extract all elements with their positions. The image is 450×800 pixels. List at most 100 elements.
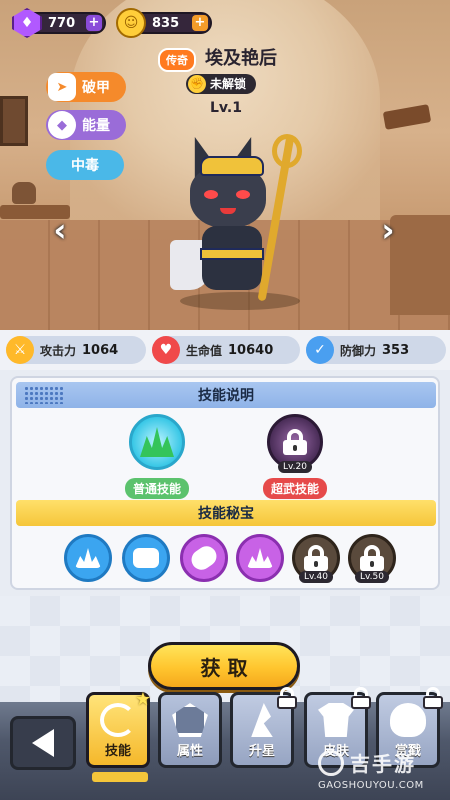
star-icon: ★ [134,689,151,710]
watermark-url: GAOSHOUYOU.COM [318,780,424,791]
heart-icon: ♥ [152,336,180,364]
stat-value: 1064 [82,342,119,358]
stat-label: 生命值 [186,343,223,358]
normal-skill[interactable]: 普通技能 [112,414,202,499]
shirt-icon [318,703,354,737]
lock-icon [283,429,307,455]
lock-icon [351,687,371,709]
tag-poison[interactable]: 中毒 [46,150,124,180]
treasure-glyph [75,548,101,568]
skill-treasure-header: 技能秘宝 [16,500,436,526]
pentagon-icon [172,703,208,737]
prev-hero-arrow-icon[interactable]: ‹ [48,211,72,249]
stat-value: 353 [382,342,410,358]
wall-frame [0,96,28,146]
lock-icon [423,687,443,709]
pot-decoration [12,182,36,204]
stat-attack: ⚔ 攻击力 1064 [6,336,146,364]
swirl-icon [100,703,136,737]
lock-keyhole [370,561,374,567]
skills-panel: 技能说明 普通技能 Lv.20 超武技能 技能秘宝 Lv.40 Lv.50 [10,376,440,590]
sword-icon: ⚔ [6,336,34,364]
tag-armor-break[interactable]: ➤ 破甲 [46,72,126,102]
treasure-boost-icon[interactable] [122,534,170,582]
dot-pattern [24,386,64,404]
stat-defense: ✓ 防御力 353 [306,336,446,364]
skill-label: 超武技能 [262,478,327,499]
treasure-burst-icon[interactable] [64,534,112,582]
stat-label: 攻击力 [40,343,77,358]
obtain-button[interactable]: 获 取 [148,642,300,690]
stats-bar: ⚔ 攻击力 1064 ♥ 生命值 10640 ✓ 防御力 353 [0,330,450,370]
ultra-skill[interactable]: Lv.20 超武技能 [250,414,340,499]
treasure-glyph [133,548,159,568]
tag-label: 中毒 [71,158,99,174]
treasure-locked-lv50[interactable]: Lv.50 [348,534,396,583]
coin-icon: ☺ [116,8,146,38]
wing-icon [251,703,273,737]
stat-value: 10640 [228,342,274,358]
gem-counter: ♦ 770 + [12,8,106,38]
hero-eye [236,190,250,199]
tab-label: 技能 [104,744,131,759]
tag-label: 能量 [82,118,110,134]
fist-icon: ✊ [188,75,206,93]
lock-icon [360,545,384,571]
lock-status-text: 未解锁 [210,77,247,91]
hero-name: 埃及艳后 [205,48,277,69]
gem-amount: 770 [48,15,76,31]
stat-health: ♥ 生命值 10640 [152,336,300,364]
lock-body [277,696,297,709]
section-title: 技能说明 [198,388,254,404]
energy-icon: ◆ [48,111,76,139]
watermark-logo-icon [318,750,344,776]
watermark: 吉手游 GAOSHOUYOU.COM [318,748,448,794]
treasure-glyph [187,542,221,574]
back-arrow-icon [32,729,54,757]
unlock-level: Lv.50 [355,571,389,583]
tab-skill[interactable]: ★ 技能 [86,689,151,768]
add-coins-button[interactable]: + [192,15,208,31]
tab-label: 属性 [176,744,203,759]
splash-shape [140,427,174,457]
next-hero-arrow-icon[interactable]: › [376,211,400,249]
splash-skill-icon [129,414,185,470]
lock-keyhole [293,445,297,451]
treasure-glyph [247,548,273,568]
treasure-capsule-icon[interactable] [180,534,228,582]
lock-status-badge: ✊ 未解锁 [186,74,257,94]
treasure-row: Lv.40 Lv.50 [12,534,438,590]
staff-ornament [272,134,302,168]
wall-sign [382,104,432,130]
lock-body [351,696,371,709]
crown-icon [390,703,426,737]
back-button[interactable] [10,716,76,770]
lock-icon [277,687,297,709]
active-tab-indicator [92,772,148,782]
tab-attribute[interactable]: 属性 [158,692,222,768]
stat-label: 防御力 [340,343,377,358]
hero-crown [200,156,264,176]
rarity-badge: 传奇 [158,48,196,72]
tab-label: 升星 [248,744,275,759]
treasure-locked-lv40[interactable]: Lv.40 [292,534,340,583]
hero-belt [200,248,264,260]
hero-shadow [180,292,300,310]
shield-icon: ✓ [306,336,334,364]
section-title: 技能秘宝 [198,506,254,522]
coin-amount: 835 [152,15,180,31]
tab-star-up[interactable]: 升星 [230,687,297,768]
lock-icon [304,545,328,571]
unlock-level: Lv.40 [299,571,333,583]
coin-counter: ☺ 835 + [116,8,212,38]
tag-energy[interactable]: ◆ 能量 [46,110,126,140]
treasure-blast-icon[interactable] [236,534,284,582]
hero-level: Lv.1 [210,100,242,116]
add-gems-button[interactable]: + [86,15,102,31]
lock-body [423,696,443,709]
ultra-skill-icon: Lv.20 [267,414,323,473]
hero-eye [204,190,218,199]
tag-label: 破甲 [82,80,110,96]
unlock-level: Lv.20 [278,461,312,473]
lock-keyhole [314,561,318,567]
